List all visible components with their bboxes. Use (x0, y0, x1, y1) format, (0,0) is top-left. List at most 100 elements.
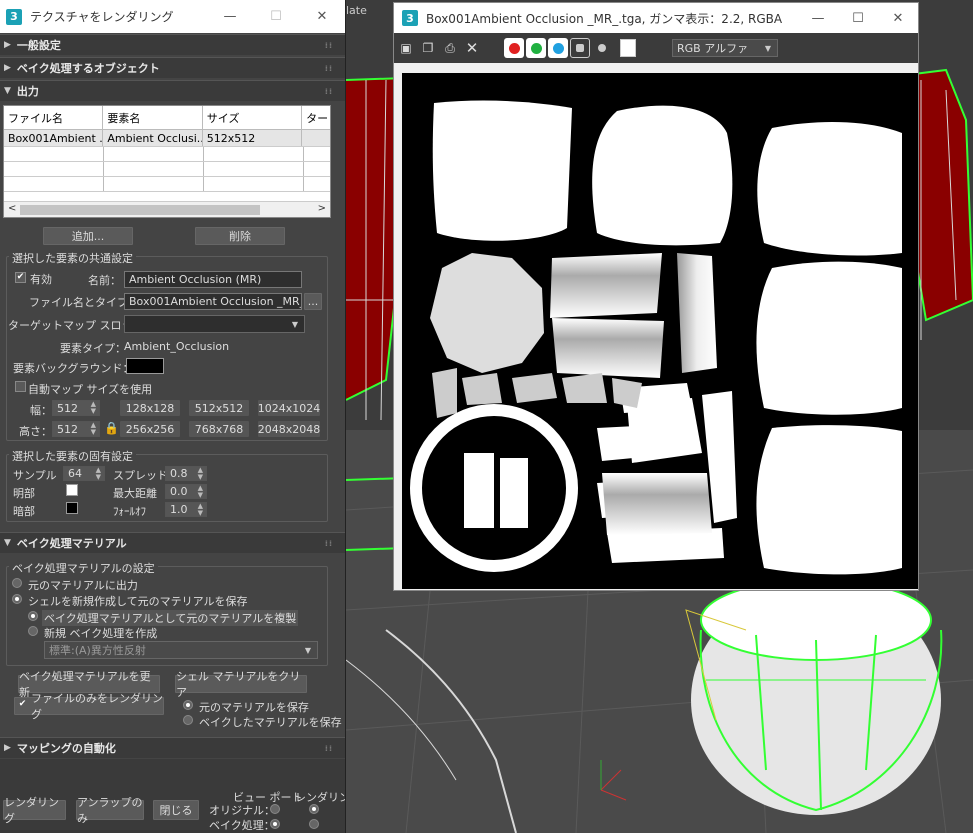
name-input[interactable]: Ambient Occlusion (MR) (124, 271, 302, 288)
horizontal-scrollbar[interactable]: < > (4, 201, 330, 217)
render-button[interactable]: レンダリング (3, 796, 66, 825)
framebuffer-title: Box001Ambient Occlusion _MR_.tga, ガンマ表示：… (426, 11, 786, 26)
name-label: 名前： (88, 274, 121, 287)
preset-512[interactable]: 512x512 (189, 400, 249, 416)
render-files-only-toggle[interactable]: ファイルのみをレンダリング (14, 692, 164, 721)
table-row (4, 177, 330, 192)
save-icon[interactable]: ▣ (398, 40, 414, 56)
rollout-bake-material[interactable]: ▼ ベイク処理マテリアル ⁞⁞ (0, 532, 345, 553)
rollout-output[interactable]: ▼ 出力 ⁞⁞ (0, 80, 345, 101)
red-channel-toggle[interactable] (504, 38, 524, 58)
minimize-icon[interactable]: — (207, 9, 253, 24)
create-new-baked-radio[interactable] (28, 626, 38, 636)
samples-spinner[interactable]: 64 ▲ ▼ (63, 466, 105, 481)
rollout-label: ベイク処理マテリアル (16, 537, 127, 550)
samples-value: 64 (68, 467, 82, 480)
print-icon[interactable]: ⎙ (442, 40, 458, 56)
close-icon[interactable]: ✕ (878, 11, 918, 26)
render-files-only-checkbox[interactable]: ✔ (17, 700, 28, 711)
expand-arrow-icon: ▶ (4, 63, 11, 73)
grip-icon: ⁞⁞ (324, 538, 333, 548)
monochrome-icon (598, 44, 606, 52)
framebuffer-toolbar: ▣ ❐ ⎙ ✕ RGB アルファ ▼ (394, 33, 918, 63)
alpha-channel-toggle[interactable] (570, 38, 590, 58)
background-color-swatch[interactable] (620, 39, 636, 57)
col-filename[interactable]: ファイル名 (4, 106, 104, 129)
col-element[interactable]: 要素名 (103, 106, 203, 129)
table-row[interactable]: Box001Ambient ... Ambient Occlusi... 512… (4, 130, 330, 147)
save-source-radio[interactable] (12, 594, 22, 604)
save-original-label: 元のマテリアルを保存 (199, 701, 309, 714)
channel-dropdown[interactable]: RGB アルファ ▼ (672, 39, 778, 57)
green-channel-toggle[interactable] (526, 38, 546, 58)
preset-2048[interactable]: 2048x2048 (258, 421, 320, 437)
monochrome-toggle[interactable] (592, 38, 612, 58)
scroll-left-icon[interactable]: < (8, 203, 16, 214)
close-button[interactable]: 閉じる (153, 800, 199, 820)
filetype-input[interactable]: Box001Ambient Occlusion _MR_.tga (124, 293, 302, 310)
spinner-arrows-icon[interactable]: ▲ ▼ (198, 502, 203, 517)
frame-buffer-window: 3 Box001Ambient Occlusion _MR_.tga, ガンマ表… (393, 2, 919, 591)
spinner-arrows-icon[interactable]: ▲ ▼ (198, 484, 203, 499)
max-distance-spinner[interactable]: 0.0 ▲ ▼ (165, 484, 207, 499)
original-label: オリジナル： (209, 804, 275, 817)
blue-channel-toggle[interactable] (548, 38, 568, 58)
width-spinner[interactable]: 512 ▲ ▼ (52, 400, 100, 416)
rendered-texture[interactable] (402, 73, 918, 589)
spinner-arrows-icon[interactable]: ▲ ▼ (91, 422, 96, 436)
preset-256[interactable]: 256x256 (120, 421, 180, 437)
spinner-arrows-icon[interactable]: ▲ ▼ (198, 466, 203, 481)
falloff-spinner[interactable]: 1.0 ▲ ▼ (165, 502, 207, 517)
viewport-original-radio[interactable] (270, 804, 280, 814)
close-icon[interactable]: ✕ (299, 9, 345, 24)
red-channel-icon (508, 42, 520, 54)
lock-icon[interactable]: 🔒 (104, 421, 119, 435)
enabled-checkbox[interactable]: ✔ (15, 272, 26, 283)
bright-color-swatch[interactable] (66, 484, 78, 496)
maximize-icon[interactable]: ☐ (838, 11, 878, 26)
duplicate-source-radio[interactable] (28, 611, 38, 621)
preset-128[interactable]: 128x128 (120, 400, 180, 416)
spread-spinner[interactable]: 0.8 ▲ ▼ (165, 466, 207, 481)
col-target[interactable]: ター (302, 106, 330, 129)
save-baked-radio[interactable] (183, 715, 193, 725)
col-size[interactable]: サイズ (203, 106, 303, 129)
collapse-arrow-icon: ▼ (4, 538, 11, 548)
spinner-arrows-icon[interactable]: ▲ ▼ (96, 466, 101, 481)
width-value: 512 (57, 401, 78, 415)
rollout-objects[interactable]: ▶ ベイク処理するオブジェクト ⁞⁞ (0, 57, 345, 78)
output-table[interactable]: ファイル名 要素名 サイズ ター Box001Ambient ... Ambie… (3, 105, 331, 218)
output-to-original-radio[interactable] (12, 578, 22, 588)
clear-shell-material-button[interactable]: シェル マテリアルをクリア (175, 670, 307, 699)
save-source-label: シェルを新規作成して元のマテリアルを保存 (28, 595, 248, 608)
save-original-radio[interactable] (183, 700, 193, 710)
rendering-original-radio[interactable] (309, 804, 319, 814)
delete-button[interactable]: 削除 (195, 227, 285, 245)
dark-color-swatch[interactable] (66, 502, 78, 514)
viewport-baked-radio[interactable] (270, 819, 280, 829)
rendering-baked-radio[interactable] (309, 819, 319, 829)
clear-icon[interactable]: ✕ (464, 39, 480, 57)
viewport-label: late (346, 4, 367, 17)
preset-768[interactable]: 768x768 (189, 421, 249, 437)
spinner-arrows-icon[interactable]: ▲ ▼ (91, 401, 96, 415)
filetype-label: ファイル名とタイプ： (29, 296, 139, 309)
add-button[interactable]: 追加... (43, 227, 133, 245)
background-color-swatch[interactable] (126, 358, 164, 374)
browse-button[interactable]: ... (304, 293, 322, 310)
expand-arrow-icon: ▶ (4, 743, 11, 753)
rollout-mapping[interactable]: ▶ マッピングの自動化 ⁞⁞ (0, 737, 345, 758)
height-spinner[interactable]: 512 ▲ ▼ (52, 421, 100, 437)
minimize-icon[interactable]: — (798, 11, 838, 26)
unwrap-only-button[interactable]: アンラップのみ (76, 796, 144, 825)
copy-icon[interactable]: ❐ (420, 40, 436, 56)
preset-1024[interactable]: 1024x1024 (258, 400, 320, 416)
table-row (4, 147, 330, 162)
standard-material-dropdown[interactable]: 標準:(A)異方性反射 ▼ (44, 641, 318, 659)
maximize-icon[interactable]: ☐ (253, 9, 299, 24)
target-slot-dropdown[interactable]: ▼ (124, 315, 305, 333)
scroll-right-icon[interactable]: > (318, 203, 326, 214)
scroll-thumb[interactable] (20, 205, 260, 215)
rollout-general[interactable]: ▶ 一般設定 ⁞⁞ (0, 34, 345, 55)
auto-size-checkbox[interactable] (15, 381, 26, 392)
